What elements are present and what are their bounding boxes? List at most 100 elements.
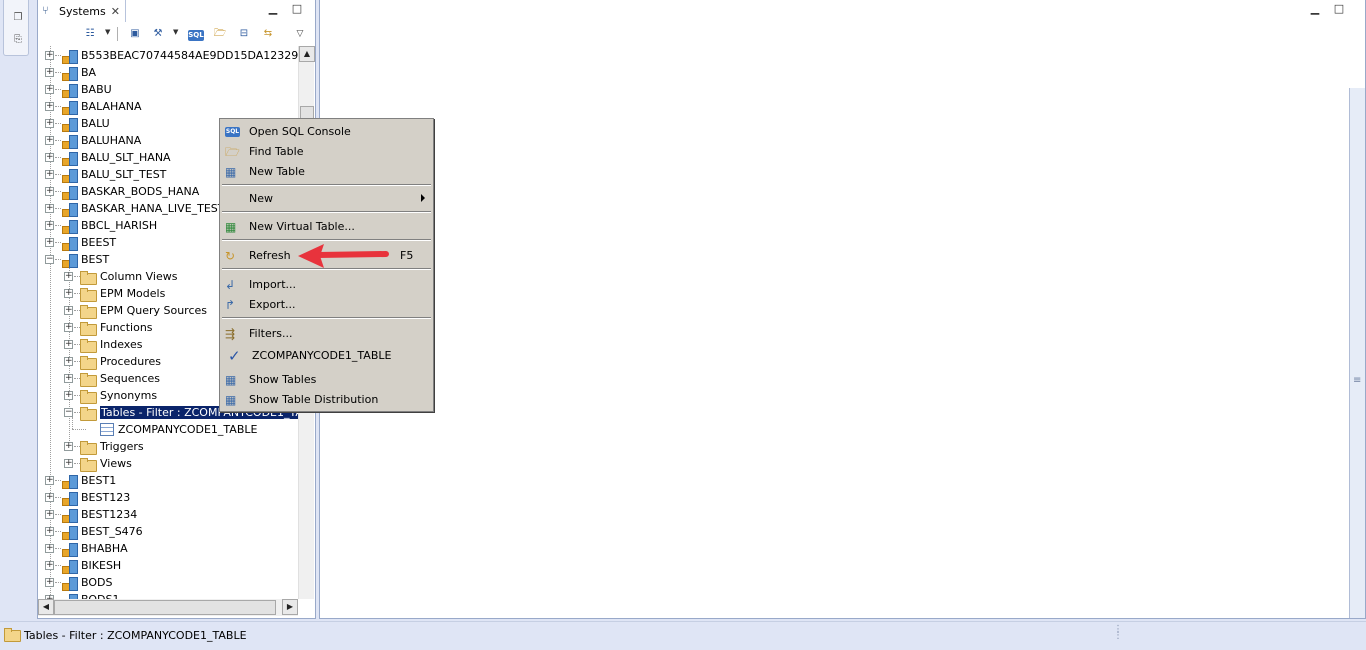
tree-item-system[interactable]: BIKESH xyxy=(61,557,121,574)
tree-item-system[interactable]: BEEST xyxy=(61,234,116,251)
systems-tab[interactable]: ⑂ Systems ✕ xyxy=(38,0,126,22)
expand-icon[interactable]: + xyxy=(64,459,73,468)
expand-icon[interactable]: + xyxy=(45,187,54,196)
expand-icon[interactable]: + xyxy=(64,306,73,315)
collapse-icon[interactable]: − xyxy=(45,255,54,264)
scroll-right-arrow-icon[interactable]: ▶ xyxy=(282,599,298,615)
tree-item-system[interactable]: BASKAR_BODS_HANA xyxy=(61,183,199,200)
tree-item-system[interactable]: BEST xyxy=(61,251,109,268)
tree-item-system[interactable]: BEST_S476 xyxy=(61,523,143,540)
expand-icon[interactable]: + xyxy=(64,289,73,298)
find-table-icon[interactable]: 🗁 xyxy=(212,26,228,42)
expand-icon[interactable]: + xyxy=(45,527,54,536)
expand-icon[interactable]: + xyxy=(64,272,73,281)
tree-item-folder[interactable]: Synonyms xyxy=(80,387,157,404)
tree-item-system[interactable]: BALUHANA xyxy=(61,132,141,149)
collapse-icon[interactable]: − xyxy=(64,408,73,417)
menu-item-filters[interactable]: ⇶ Filters... xyxy=(222,324,431,344)
editor-scrollbar[interactable] xyxy=(1349,88,1365,618)
expand-icon[interactable]: + xyxy=(45,578,54,587)
menu-item-open-sql-console[interactable]: SQL Open SQL Console xyxy=(222,122,431,142)
tree-item-system[interactable]: BEST123 xyxy=(61,489,130,506)
tree-item-folder[interactable]: Column Views xyxy=(80,268,177,285)
restore-icon[interactable]: ❐ xyxy=(10,10,26,26)
editor-maximize-button[interactable]: □ xyxy=(1332,3,1346,17)
expand-icon[interactable]: + xyxy=(45,476,54,485)
tree-item-system[interactable]: BALU xyxy=(61,115,110,132)
tree-item-folder[interactable]: Sequences xyxy=(80,370,160,387)
tree-item-folder[interactable]: Views xyxy=(80,455,132,472)
collapse-all-icon[interactable]: ⊟ xyxy=(236,26,252,42)
expand-icon[interactable]: + xyxy=(45,510,54,519)
system-icon xyxy=(61,525,78,540)
expand-icon[interactable]: + xyxy=(64,374,73,383)
tree-item-system[interactable]: BHABHA xyxy=(61,540,128,557)
menu-item-new-virtual-table[interactable]: ▦ New Virtual Table... xyxy=(222,217,431,237)
expand-icon[interactable]: + xyxy=(45,51,54,60)
add-system-icon[interactable]: ☷ xyxy=(82,26,98,42)
maximize-view-button[interactable]: □ xyxy=(290,3,304,17)
menu-item-zcompanycode1-table[interactable]: ✓ ZCOMPANYCODE1_TABLE xyxy=(222,346,431,366)
status-grip-icon: ⋮ ⋮ xyxy=(1113,624,1123,641)
expand-icon[interactable]: + xyxy=(45,136,54,145)
tree-item-system[interactable]: BA xyxy=(61,64,96,81)
expand-icon[interactable]: + xyxy=(45,102,54,111)
tree-item-table[interactable]: ZCOMPANYCODE1_TABLE xyxy=(100,421,257,438)
close-icon[interactable]: ✕ xyxy=(111,5,120,18)
tree-item-system[interactable]: BODS1 xyxy=(61,591,119,599)
minimize-view-button[interactable]: ▁ xyxy=(266,3,280,17)
expand-icon[interactable]: + xyxy=(45,153,54,162)
expand-icon[interactable]: + xyxy=(45,238,54,247)
minimized-view-icon[interactable]: ⎘ xyxy=(10,32,26,48)
expand-icon[interactable]: + xyxy=(64,442,73,451)
menu-item-export[interactable]: ↱ Export... xyxy=(222,295,431,315)
tree-item-system[interactable]: BALU_SLT_HANA xyxy=(61,149,171,166)
tree-item-folder[interactable]: EPM Query Sources xyxy=(80,302,207,319)
expand-icon[interactable]: + xyxy=(45,204,54,213)
menu-item-new[interactable]: New xyxy=(222,189,431,209)
tree-item-system[interactable]: B553BEAC70744584AE9DD15DA12329E8 xyxy=(61,47,298,64)
expand-icon[interactable]: + xyxy=(45,119,54,128)
tree-item-system[interactable]: BODS xyxy=(61,574,112,591)
tree-item-system[interactable]: BALAHANA xyxy=(61,98,142,115)
expand-icon[interactable]: + xyxy=(64,357,73,366)
expand-icon[interactable]: + xyxy=(45,561,54,570)
tree-item-folder[interactable]: Indexes xyxy=(80,336,142,353)
expand-icon[interactable]: + xyxy=(64,340,73,349)
menu-item-show-table-distribution[interactable]: ▦ Show Table Distribution xyxy=(222,390,431,410)
system-monitor-icon[interactable]: ▣ xyxy=(127,26,143,42)
tree-item-system[interactable]: BEST1234 xyxy=(61,506,137,523)
view-menu-icon[interactable]: ▽ xyxy=(292,26,308,42)
tree-item-folder[interactable]: Procedures xyxy=(80,353,161,370)
menu-item-new-table[interactable]: ▦ New Table xyxy=(222,162,431,182)
expand-icon[interactable]: + xyxy=(45,544,54,553)
expand-icon[interactable]: + xyxy=(45,68,54,77)
tree-horizontal-scrollbar[interactable]: ◀ ▶ xyxy=(38,599,298,616)
scroll-up-arrow-icon[interactable]: ▲ xyxy=(299,46,315,62)
sql-console-icon[interactable]: SQL xyxy=(188,30,204,41)
tree-item-system[interactable]: BEST1 xyxy=(61,472,116,489)
tree-item-system[interactable]: BABU xyxy=(61,81,112,98)
expand-icon[interactable]: + xyxy=(45,493,54,502)
link-with-editor-icon[interactable]: ⇆ xyxy=(260,26,276,42)
editor-minimize-button[interactable]: ▁ xyxy=(1308,3,1322,17)
expand-icon[interactable]: + xyxy=(45,170,54,179)
tree-item-system[interactable]: BASKAR_HANA_LIVE_TEST xyxy=(61,200,225,217)
administration-icon[interactable]: ⚒ xyxy=(150,26,166,42)
tree-item-folder[interactable]: Functions xyxy=(80,319,153,336)
menu-item-show-tables[interactable]: ▦ Show Tables xyxy=(222,370,431,390)
expand-icon[interactable]: + xyxy=(45,85,54,94)
add-system-dropdown-icon[interactable]: ▼ xyxy=(105,28,110,36)
tree-item-folder[interactable]: Triggers xyxy=(80,438,144,455)
expand-icon[interactable]: + xyxy=(64,391,73,400)
scroll-left-arrow-icon[interactable]: ◀ xyxy=(38,599,54,615)
tree-item-folder[interactable]: EPM Models xyxy=(80,285,165,302)
administration-dropdown-icon[interactable]: ▼ xyxy=(173,28,178,36)
menu-item-import[interactable]: ↲ Import... xyxy=(222,275,431,295)
tree-item-system[interactable]: BBCL_HARISH xyxy=(61,217,157,234)
expand-icon[interactable]: + xyxy=(45,221,54,230)
expand-icon[interactable]: + xyxy=(64,323,73,332)
tree-item-system[interactable]: BALU_SLT_TEST xyxy=(61,166,166,183)
menu-item-find-table[interactable]: 🗁 Find Table xyxy=(222,142,431,162)
scroll-h-thumb[interactable] xyxy=(54,600,276,615)
